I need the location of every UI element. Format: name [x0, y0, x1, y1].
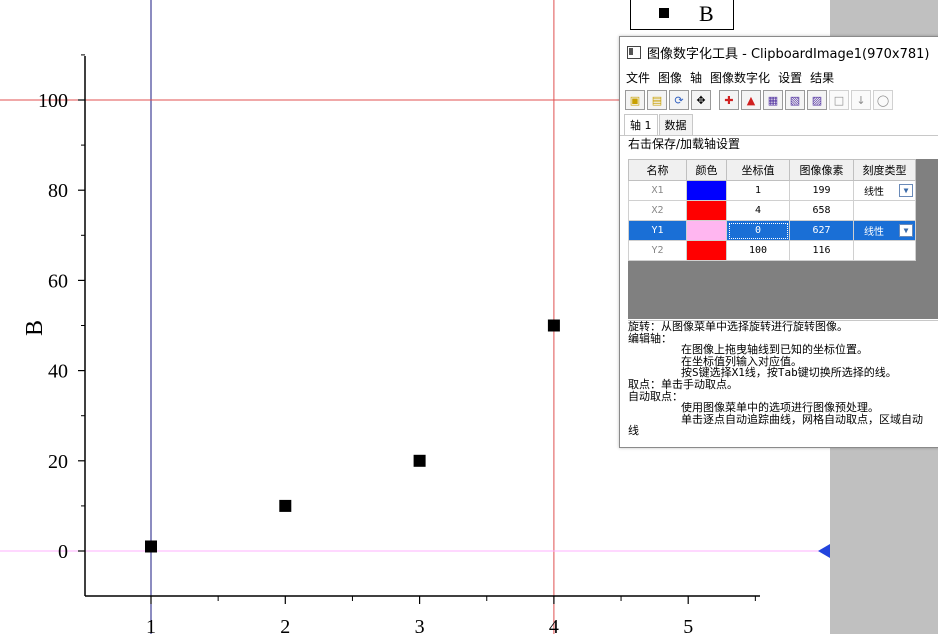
data-point [547, 319, 560, 332]
legend-label: B [699, 1, 714, 26]
legend: B [630, 0, 734, 30]
y-tick-label: 80 [48, 180, 68, 202]
x-tick-label: 1 [146, 616, 156, 634]
x-tick-label: 5 [683, 616, 693, 634]
data-point [413, 454, 426, 467]
data-points [145, 319, 560, 553]
scale-dropdown[interactable]: 线性 ▼ [854, 183, 915, 198]
menu-settings[interactable]: 设置 [778, 69, 802, 86]
axis-row-scale [853, 240, 916, 261]
instruction-line: 旋转：从图像菜单中选择旋转进行旋转图像。 [628, 320, 848, 333]
color-swatch [687, 221, 726, 240]
color-swatch [687, 241, 726, 260]
menu-bar: 文件 图像 轴 图像数字化 设置 结果 [620, 67, 938, 87]
disabled-tool-icon: □ [829, 90, 849, 110]
open-folder-icon[interactable]: ▣ [625, 90, 645, 110]
tab-strip: 轴 1 数据 [620, 113, 938, 136]
color-swatch [687, 181, 726, 200]
x-tick-label: 2 [280, 616, 290, 634]
data-point [279, 499, 292, 512]
axis-row-value[interactable]: 100 [726, 240, 790, 261]
col-header-color[interactable]: 颜色 [686, 159, 727, 181]
col-header-pixel[interactable]: 图像像素 [789, 159, 854, 181]
menu-digitize[interactable]: 图像数字化 [710, 69, 770, 86]
axis-row-pixel[interactable]: 116 [789, 240, 854, 261]
axis-row-value[interactable]: 4 [726, 200, 790, 221]
x-tick-label: 3 [415, 616, 425, 634]
y-tick-label: 0 [58, 541, 68, 563]
axis-row-y1[interactable]: Y1 0 627 线性 ▼ [628, 220, 916, 241]
axis-row-color[interactable] [686, 240, 727, 261]
region-icon[interactable]: ▧ [785, 90, 805, 110]
col-header-name[interactable]: 名称 [628, 159, 687, 181]
y-axis-label: B [22, 320, 48, 336]
axis-row-name: X2 [628, 200, 687, 221]
rotate-icon[interactable]: ⟳ [669, 90, 689, 110]
axis-row-color[interactable] [686, 200, 727, 221]
instructions-panel: 旋转：从图像菜单中选择旋转进行旋转图像。 编辑轴： 在图像上拖曳轴线到已知的坐标位… [628, 320, 938, 447]
axis-row-color[interactable] [686, 180, 727, 201]
y-tick-label: 100 [38, 90, 68, 112]
axis-row-value[interactable]: 1 [726, 180, 790, 201]
dialog-title: 图像数字化工具 - ClipboardImage1(970x781) [647, 46, 930, 62]
digitizer-dialog[interactable]: 图像数字化工具 - ClipboardImage1(970x781) 文件 图像… [619, 36, 938, 448]
instruction-line: 使用图像菜单中的选项进行图像预处理。 [628, 401, 879, 415]
y-tick-label: 40 [48, 361, 68, 383]
tab-axis-1[interactable]: 轴 1 [624, 114, 658, 135]
scale-value: 线性 [864, 227, 884, 238]
col-header-scale[interactable]: 刻度类型 [853, 159, 916, 181]
axis-table-container: 名称 颜色 坐标值 图像像素 刻度类型 X1 1 199 线性 ▼ X2 4 658 Y1 0 62… [628, 159, 938, 319]
disabled-clear-icon: ◯ [873, 90, 893, 110]
axis-row-pixel[interactable]: 199 [789, 180, 854, 201]
y-tick-label: 60 [48, 270, 68, 292]
menu-results[interactable]: 结果 [810, 69, 834, 86]
menu-file[interactable]: 文件 [626, 69, 650, 86]
instruction-line: 线 [628, 424, 639, 438]
grid-digitize-icon[interactable]: ▦ [763, 90, 783, 110]
dialog-titlebar[interactable]: 图像数字化工具 - ClipboardImage1(970x781) [620, 37, 938, 67]
data-point [145, 540, 157, 553]
axis-row-value[interactable]: 0 [726, 220, 790, 241]
legend-square-symbol [659, 8, 669, 18]
digitize-icon[interactable]: ▲ [741, 90, 761, 110]
axis-row-color[interactable] [686, 220, 727, 241]
col-header-value[interactable]: 坐标值 [726, 159, 790, 181]
window-icon [627, 45, 641, 59]
axis-row-x2[interactable]: X2 4 658 [628, 200, 916, 221]
toolbar: ▣ ▤ ⟳ ✥ ✚ ▲ ▦ ▧ ▨ □ ↓ ◯ [620, 87, 938, 113]
axis-settings-hint: 右击保存/加载轴设置 [628, 137, 741, 151]
axis-row-name: Y1 [628, 220, 687, 241]
axis-row-scale [853, 200, 916, 221]
chevron-down-icon[interactable]: ▼ [899, 224, 913, 237]
axis-row-x1[interactable]: X1 1 199 线性 ▼ [628, 180, 916, 201]
y1-guide-handle[interactable] [818, 544, 830, 558]
instruction-line: 单击逐点自动追踪曲线，网格自动取点，区域自动 [628, 412, 923, 426]
disabled-sort-icon: ↓ [851, 90, 871, 110]
open-image-icon[interactable]: ▤ [647, 90, 667, 110]
y-tick-label: 20 [48, 451, 68, 473]
x-tick-label: 4 [549, 616, 559, 634]
axis-row-y2[interactable]: Y2 100 116 [628, 240, 916, 261]
scale-dropdown[interactable]: 线性 ▼ [854, 223, 915, 238]
trace-curve-icon[interactable]: ▨ [807, 90, 827, 110]
menu-image[interactable]: 图像 [658, 69, 682, 86]
move-axes-icon[interactable]: ✥ [691, 90, 711, 110]
axis-row-pixel[interactable]: 627 [789, 220, 854, 241]
axis-row-name: X1 [628, 180, 687, 201]
scale-value: 线性 [864, 187, 884, 198]
axis-row-scale[interactable]: 线性 ▼ [853, 180, 916, 201]
axis-row-scale[interactable]: 线性 ▼ [853, 220, 916, 241]
axis-row-name: Y2 [628, 240, 687, 261]
tab-data[interactable]: 数据 [658, 114, 693, 135]
chevron-down-icon[interactable]: ▼ [899, 184, 913, 197]
axis-table: 名称 颜色 坐标值 图像像素 刻度类型 X1 1 199 线性 ▼ X2 4 658 Y1 0 62… [628, 159, 916, 261]
pick-points-icon[interactable]: ✚ [719, 90, 739, 110]
axis-row-pixel[interactable]: 658 [789, 200, 854, 221]
instruction-line: 取点：单击手动取点。 [628, 377, 738, 391]
color-swatch [687, 201, 726, 220]
menu-axis[interactable]: 轴 [690, 69, 702, 86]
